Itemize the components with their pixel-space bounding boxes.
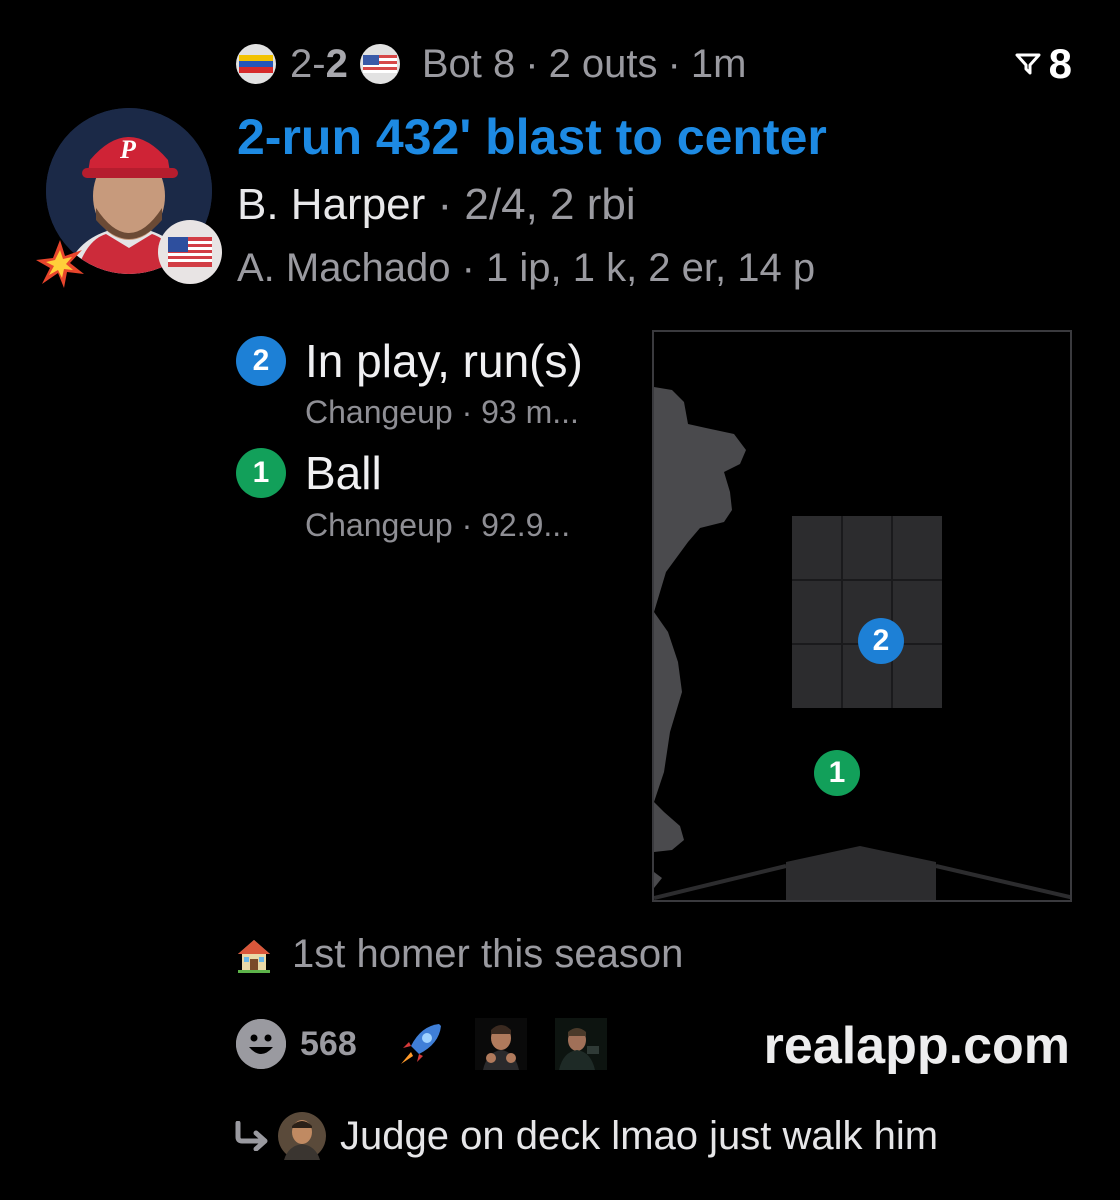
rocket-icon[interactable] [395,1018,447,1070]
brand-watermark: realapp.com [763,1017,1070,1075]
filter-count: 8 [1048,40,1072,87]
batter-stats: · 2/4, 2 rbi [437,180,636,229]
reaction-count: 568 [300,1024,357,1063]
reaction-gif-icon[interactable] [474,1018,527,1070]
venezuela-flag-icon [236,44,276,84]
batter-silhouette [654,387,1070,900]
home-score: 2 [325,41,348,86]
pitch-marker[interactable]: 2 [858,618,904,664]
pitch-detail: Changeup · 93 m... [305,394,579,430]
batter-name[interactable]: B. Harper [237,180,425,229]
filter-icon [1015,53,1041,75]
house-icon [238,939,270,973]
pitch-result: Ball [305,447,382,499]
pitch-number-badge: 1 [236,448,286,498]
pitch-detail: Changeup · 92.9... [305,507,571,543]
reply-arrow-icon [235,1121,268,1151]
play-headline[interactable]: 2-run 432' blast to center [237,108,827,166]
svg-text:P: P [119,135,137,164]
smiley-reaction-icon[interactable] [236,1019,286,1069]
pitch-marker[interactable]: 1 [814,750,860,796]
batter-line: B. Harper · 2/4, 2 rbi [237,180,636,230]
time-ago: 1m [690,41,747,86]
reply-text: Judge on deck lmao just walk him [340,1113,939,1158]
reaction-gif-icon[interactable] [554,1018,607,1070]
commenter-avatar[interactable] [278,1112,326,1160]
game-status-line: 2 - 2 Bot 8 · 2 outs · 1m [236,38,746,90]
score-separator: - [312,41,326,86]
reaction-bar: 568 [236,1018,607,1070]
separator-dot: · [525,41,539,86]
outs-label: 2 outs [548,41,658,86]
milestone-note: 1st homer this season [236,932,683,977]
strike-zone-view: 2 1 [652,330,1072,902]
inning-label: Bot 8 [421,41,516,86]
player-country-flag-icon [158,220,222,284]
pitch-result: In play, run(s) [305,335,583,387]
filter-button[interactable]: 8 [1015,38,1072,90]
usa-flag-icon [359,44,400,84]
pitcher-line: A. Machado · 1 ip, 1 k, 2 er, 14 p [237,246,816,290]
explosion-icon [34,238,86,290]
separator-dot: · [667,41,681,86]
away-score: 2 [290,41,313,86]
pitch-number-badge: 2 [236,336,286,386]
milestone-text: 1st homer this season [292,932,684,976]
reply-preview[interactable]: Judge on deck lmao just walk him [234,1112,938,1160]
